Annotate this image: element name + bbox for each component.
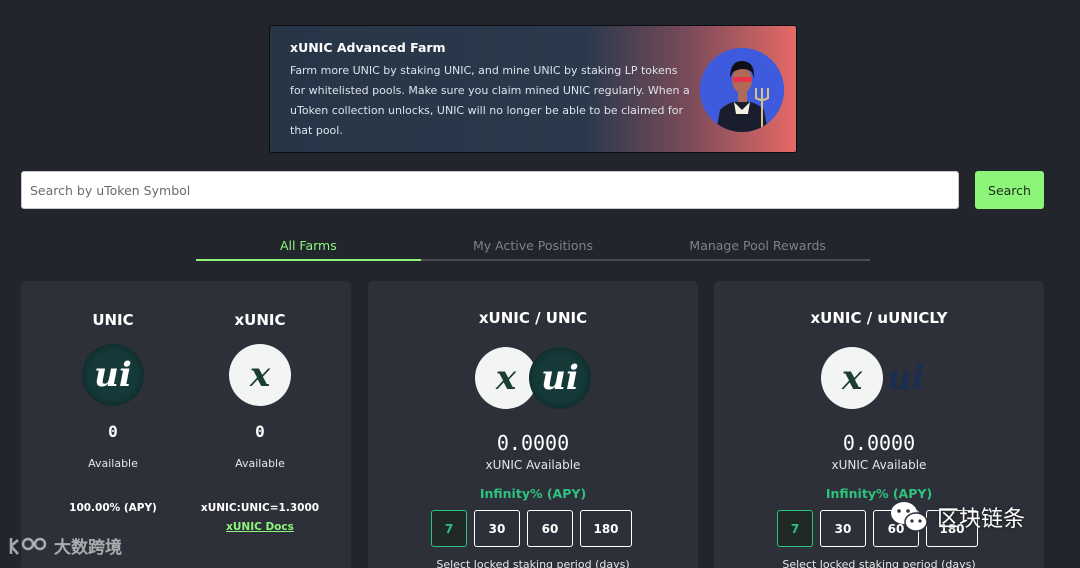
tab-manage-pool-rewards[interactable]: Manage Pool Rewards [645,237,870,259]
pool-available-label: xUNIC Available [485,458,581,472]
period-7-button[interactable]: 7 [431,510,467,547]
xunic-coin-icon: x [229,344,291,406]
unic-available-label: Available [88,457,138,470]
wechat-icon [889,499,929,535]
kiwi-logo-icon [9,537,47,555]
pool-xunic-amount: 0.0000 [496,431,570,455]
period-30-button[interactable]: 30 [820,510,866,547]
farm-info-banner: xUNIC Advanced Farm Farm more UNIC by st… [269,25,797,153]
tab-all-farms[interactable]: All Farms [196,237,421,261]
xunic-docs-link[interactable]: xUNIC Docs [190,521,330,533]
unic-amount: 0 [108,422,118,441]
uunicly-coin-icon: ui [887,358,925,398]
farmer-avatar-icon [700,48,784,132]
watermark-right: 区块链条 [889,499,1025,535]
pool-card-xunic-unic: xUNIC / UNIC x ui 0.0000 xUNIC Available… [368,281,698,568]
unic-apy: 100.00% (APY) [69,502,157,514]
period-caption: Select locked staking period (days) [782,558,976,568]
unic-coin-icon: ui [529,347,591,409]
farm-tabs: All Farms My Active Positions Manage Poo… [196,237,870,261]
unic-coin-icon: ui [82,344,144,406]
banner-description: Farm more UNIC by staking UNIC, and mine… [290,64,690,137]
search-button[interactable]: Search [975,171,1044,209]
watermark-right-text: 区块链条 [937,507,1026,532]
xunic-amount: 0 [255,422,265,441]
banner-title: xUNIC Advanced Farm [290,40,446,55]
xunic-available-label: Available [235,457,285,470]
period-180-button[interactable]: 180 [580,510,632,547]
pool-available-label: xUNIC Available [831,458,927,472]
xunic-title: xUNIC [234,311,286,329]
pool-title: xUNIC / UNIC [478,309,588,327]
period-caption: Select locked staking period (days) [436,558,630,568]
period-60-button[interactable]: 60 [527,510,573,547]
pool-apy: Infinity% (APY) [479,486,587,501]
xunic-coin-icon: x [821,347,883,409]
tab-my-active-positions[interactable]: My Active Positions [421,237,646,259]
period-30-button[interactable]: 30 [474,510,520,547]
unic-title: UNIC [92,311,134,329]
search-input[interactable] [21,171,959,209]
pool-xunic-amount: 0.0000 [842,431,916,455]
xunic-unic-ratio: xUNIC:UNIC=1.3000 [200,502,320,514]
unic-staking-card: UNIC ui 0 Available 100.00% (APY) xUNIC … [21,281,351,568]
period-selector: 7 30 60 180 [431,510,632,547]
watermark-left: 大数跨境 [8,533,122,558]
period-7-button[interactable]: 7 [777,510,813,547]
pool-title: xUNIC / uUNICLY [810,309,948,327]
watermark-left-text: 大数跨境 [54,538,122,558]
xunic-coin-icon: x [475,347,537,409]
